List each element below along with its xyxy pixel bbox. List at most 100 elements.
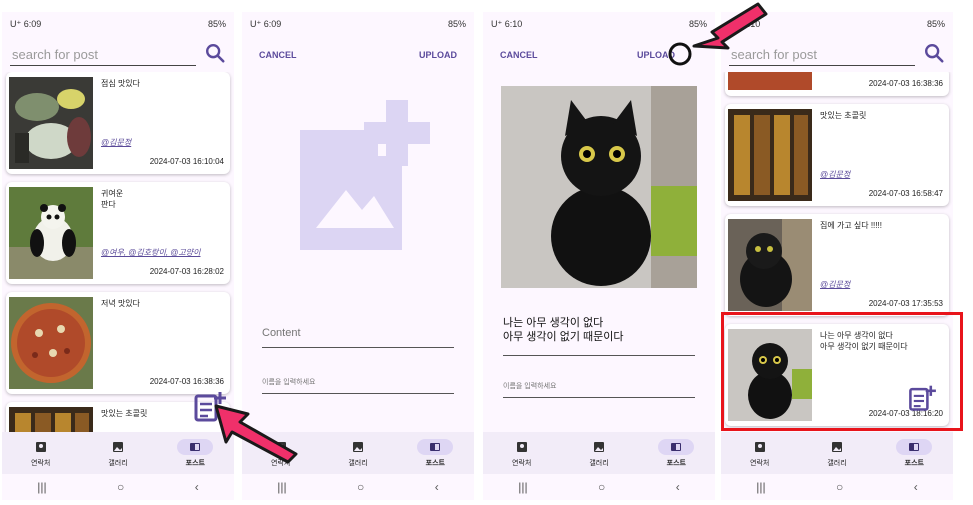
system-navigation: ||| ○ ‹ bbox=[483, 474, 715, 500]
post-card[interactable]: 점심 맛있다 @김문정 2024-07-03 16:10:04 bbox=[6, 72, 230, 174]
name-field[interactable] bbox=[262, 372, 454, 394]
add-photo-icon[interactable] bbox=[282, 100, 442, 260]
bottom-navigation: 연락처 갤러리 포스트 bbox=[721, 432, 953, 474]
back-icon[interactable]: ‹ bbox=[676, 480, 680, 494]
gallery-icon bbox=[100, 439, 136, 455]
post-card[interactable]: 집에 가고 싶다 !!!!! @김문정 2024-07-03 17:35:53 bbox=[725, 214, 949, 316]
post-tags[interactable]: @김문정 bbox=[820, 279, 850, 290]
nav-label-gallery: 갤러리 bbox=[827, 459, 847, 467]
nav-label-post: 포스트 bbox=[904, 459, 924, 467]
nav-item-contacts[interactable]: 연락처 bbox=[483, 432, 560, 474]
post-tags[interactable]: @여우, @김호랑이, @고양이 bbox=[101, 247, 201, 258]
post-tags[interactable]: @김문정 bbox=[101, 137, 131, 148]
battery-level: 85% bbox=[207, 19, 226, 29]
content-field[interactable] bbox=[503, 316, 695, 356]
post-timestamp: 2024-07-03 16:58:47 bbox=[868, 189, 943, 198]
post-list[interactable]: 점심 맛있다 @김문정 2024-07-03 16:10:04 귀여운 판다 @… bbox=[2, 72, 234, 432]
nav-item-gallery[interactable]: 갤러리 bbox=[798, 432, 875, 474]
clock: 6:09 bbox=[23, 19, 42, 29]
pointer-arrow-icon bbox=[214, 404, 298, 464]
recents-icon[interactable]: ||| bbox=[37, 480, 46, 494]
search-bar bbox=[10, 40, 226, 68]
post-content: 저녁 맛있다 bbox=[101, 299, 141, 308]
clock: 6:10 bbox=[504, 19, 523, 29]
back-icon[interactable]: ‹ bbox=[435, 480, 439, 494]
post-card[interactable]: 저녁 맛있다 2024-07-03 16:38:36 bbox=[6, 292, 230, 394]
clock: 6:09 bbox=[263, 19, 282, 29]
nav-label-gallery: 갤러리 bbox=[348, 459, 368, 467]
nav-item-gallery[interactable]: 갤러리 bbox=[560, 432, 637, 474]
cancel-button[interactable]: CANCEL bbox=[500, 50, 538, 60]
editor-top-bar: CANCEL UPLOAD bbox=[242, 50, 474, 66]
post-icon bbox=[417, 438, 454, 455]
system-navigation: ||| ○ ‹ bbox=[721, 474, 953, 500]
home-icon[interactable]: ○ bbox=[836, 480, 843, 494]
battery-level: 85% bbox=[447, 19, 466, 29]
phone-filled-editor: U⁺ 6:10 85% CANCEL UPLOAD 연락처 갤러리 포스트 ||… bbox=[483, 12, 715, 500]
back-icon[interactable]: ‹ bbox=[914, 480, 918, 494]
search-input[interactable] bbox=[10, 44, 196, 66]
battery-level: 85% bbox=[926, 19, 945, 29]
carrier-label: U⁺ bbox=[250, 18, 262, 29]
post-content: 점심 맛있다 bbox=[101, 79, 141, 88]
nav-item-gallery[interactable]: 갤러리 bbox=[79, 432, 156, 474]
post-image-chocolate bbox=[9, 407, 93, 432]
content-field[interactable] bbox=[262, 318, 454, 348]
post-card[interactable]: 귀여운 판다 @여우, @김호랑이, @고양이 2024-07-03 16:28… bbox=[6, 182, 230, 284]
new-post-highlight bbox=[721, 312, 963, 431]
post-image-lunch bbox=[9, 77, 93, 169]
nav-item-contacts[interactable]: 연락처 bbox=[2, 432, 79, 474]
post-icon bbox=[658, 438, 695, 455]
nav-label-contacts: 연락처 bbox=[750, 459, 770, 467]
home-icon[interactable]: ○ bbox=[598, 480, 605, 494]
nav-label-gallery: 갤러리 bbox=[589, 459, 609, 467]
back-icon[interactable]: ‹ bbox=[195, 480, 199, 494]
post-timestamp: 2024-07-03 16:28:02 bbox=[149, 267, 224, 276]
nav-label-post: 포스트 bbox=[185, 459, 205, 467]
home-icon[interactable]: ○ bbox=[357, 480, 364, 494]
gallery-icon bbox=[581, 439, 617, 455]
post-card[interactable]: 맛있는 초콜릿 @김문정 2024-07-03 16:58:47 bbox=[725, 104, 949, 206]
nav-item-post[interactable]: 포스트 bbox=[876, 432, 953, 474]
recents-icon[interactable]: ||| bbox=[277, 480, 286, 494]
post-timestamp: 2024-07-03 16:38:36 bbox=[149, 377, 224, 386]
phone-post-list: U⁺ 6:09 85% 점심 맛있다 @김문정 2024-07-03 16:10… bbox=[2, 12, 234, 500]
nav-label-contacts: 연락처 bbox=[31, 459, 51, 467]
carrier-label: U⁺ bbox=[10, 18, 22, 29]
post-timestamp: 2024-07-03 16:10:04 bbox=[149, 157, 224, 166]
upload-button[interactable]: UPLOAD bbox=[419, 50, 457, 60]
system-navigation: ||| ○ ‹ bbox=[2, 474, 234, 500]
post-content: 귀여운 판다 bbox=[101, 189, 124, 209]
nav-label-contacts: 연락처 bbox=[512, 459, 532, 467]
post-tags[interactable]: @김문정 bbox=[820, 169, 850, 180]
screenshot-stage: U⁺ 6:09 85% 점심 맛있다 @김문정 2024-07-03 16:10… bbox=[0, 0, 973, 505]
home-icon[interactable]: ○ bbox=[117, 480, 124, 494]
post-content: 집에 가고 싶다 !!!!! bbox=[820, 221, 882, 230]
search-icon[interactable] bbox=[204, 42, 226, 64]
nav-item-post[interactable]: 포스트 bbox=[638, 432, 715, 474]
post-image-cat-window bbox=[728, 219, 812, 311]
gallery-icon bbox=[819, 439, 855, 455]
recents-icon[interactable]: ||| bbox=[756, 480, 765, 494]
nav-item-post[interactable]: 포스트 bbox=[397, 432, 474, 474]
post-icon bbox=[896, 438, 933, 455]
contacts-icon bbox=[504, 439, 540, 455]
bottom-navigation: 연락처 갤러리 포스트 bbox=[2, 432, 234, 474]
status-bar: U⁺ 6:09 85% bbox=[2, 12, 234, 36]
cancel-button[interactable]: CANCEL bbox=[259, 50, 297, 60]
carrier-label: U⁺ bbox=[491, 18, 503, 29]
nav-label-post: 포스트 bbox=[666, 459, 686, 467]
post-image-pizza bbox=[9, 297, 93, 389]
bottom-navigation: 연락처 갤러리 포스트 bbox=[483, 432, 715, 474]
search-icon[interactable] bbox=[923, 42, 945, 64]
selected-photo-cat[interactable] bbox=[501, 86, 697, 288]
recents-icon[interactable]: ||| bbox=[518, 480, 527, 494]
nav-item-contacts[interactable]: 연락처 bbox=[721, 432, 798, 474]
name-field[interactable] bbox=[503, 376, 695, 398]
status-bar: U⁺ 6:09 85% bbox=[242, 12, 474, 36]
gallery-icon bbox=[340, 439, 376, 455]
nav-label-post: 포스트 bbox=[425, 459, 445, 467]
post-image-chocolate bbox=[728, 109, 812, 201]
pointer-arrow-icon bbox=[668, 2, 768, 66]
nav-item-gallery[interactable]: 갤러리 bbox=[319, 432, 396, 474]
